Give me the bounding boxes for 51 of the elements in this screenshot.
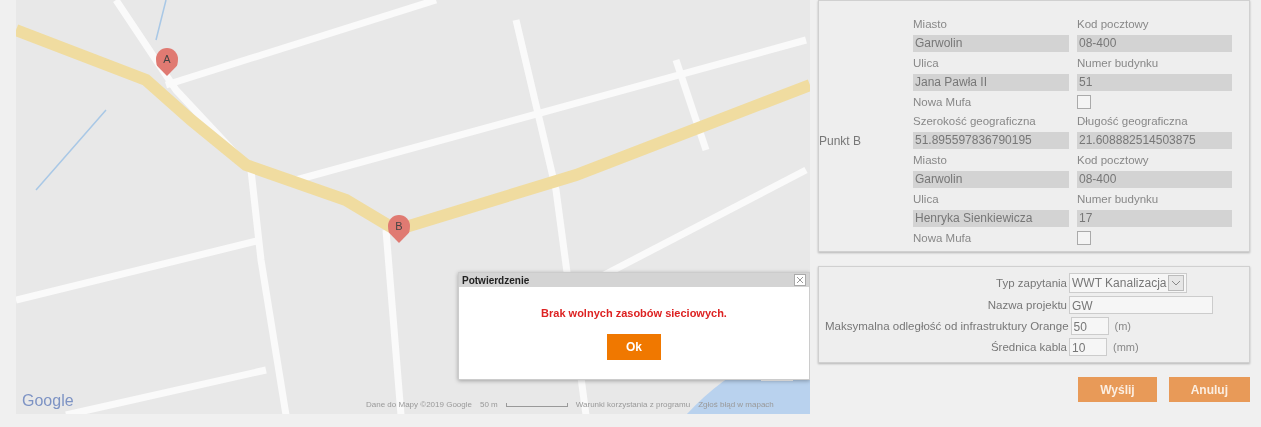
input-field[interactable]: 21.608882514503875 [1077,132,1232,149]
cancel-button[interactable]: Anuluj [1168,377,1250,402]
checkbox[interactable] [1077,231,1091,245]
map[interactable]: A B Google Dane do Mapy ©2019 Google 50 m Warunki korzystania z programu Zgłoś błąd w mapach Potwierdzenie Brak wolnych zasobów sieciowych. Ok [16,0,810,414]
input-field[interactable]: 08-400 [1077,35,1232,52]
field-label: Numer budynku [1077,192,1160,207]
request-type-select[interactable]: WWT Kanalizacja [1069,273,1188,293]
input-field[interactable]: 08-400 [1077,171,1232,188]
dialog-message: Brak wolnych zasobów sieciowych. [541,307,727,319]
field-label: Ulica [913,56,940,71]
attribution-text: Dane do Mapy ©2019 Google [366,400,472,409]
input-field[interactable]: 51.895597836790195 [913,132,1069,149]
map-pin[interactable]: B [388,215,410,243]
scale-label: 50 m [479,400,498,409]
field-label: Szerokość geograficzna [913,114,1037,129]
input-field[interactable]: GW [1069,296,1213,314]
field-label: Maksymalna odległość od infrastruktury Orange [825,320,1069,332]
point-label: Punkt B [819,133,862,148]
input-field[interactable]: Garwolin [913,35,1069,52]
input-field[interactable]: 10 [1069,338,1107,356]
input-field[interactable]: 51 [1077,74,1232,91]
input-field[interactable]: Henryka Sienkiewicza [913,210,1069,227]
field-label: Miasto [913,17,948,32]
input-field[interactable]: 50 [1070,317,1109,335]
field-label: Typ zapytania [996,277,1067,289]
field-label: Kod pocztowy [1077,153,1150,168]
input-field[interactable]: 17 [1077,210,1232,227]
scale-bar [505,402,568,407]
field-label: Średnica kabla [990,341,1067,353]
send-button[interactable]: Wyślij [1078,377,1157,402]
unit-label: (mm) [1113,341,1139,353]
checkbox-label: Nowa Mufa [913,95,973,110]
input-field[interactable]: Garwolin [913,171,1069,188]
input-field[interactable]: Jana Pawła II [913,74,1069,91]
ok-button[interactable]: Ok [607,334,661,360]
terms-link[interactable]: Warunki korzystania z programu [575,400,691,409]
field-label: Numer budynku [1077,56,1160,71]
checkbox[interactable] [1077,95,1091,109]
close-icon[interactable] [794,274,806,286]
field-label: Kod pocztowy [1077,17,1150,32]
map-pin[interactable]: A [156,48,178,76]
google-logo: Google [22,392,74,410]
unit-label: (m) [1114,320,1132,332]
field-label: Długość geograficzna [1077,114,1189,129]
field-label: Nazwa projektu [987,299,1067,311]
dialog-title: Potwierdzenie [462,274,530,286]
field-label: Miasto [913,153,948,168]
chevron-down-icon [1168,275,1185,291]
field-label: Ulica [913,192,940,207]
report-link[interactable]: Zgłoś błąd w mapach [698,400,774,409]
checkbox-label: Nowa Mufa [913,231,973,246]
